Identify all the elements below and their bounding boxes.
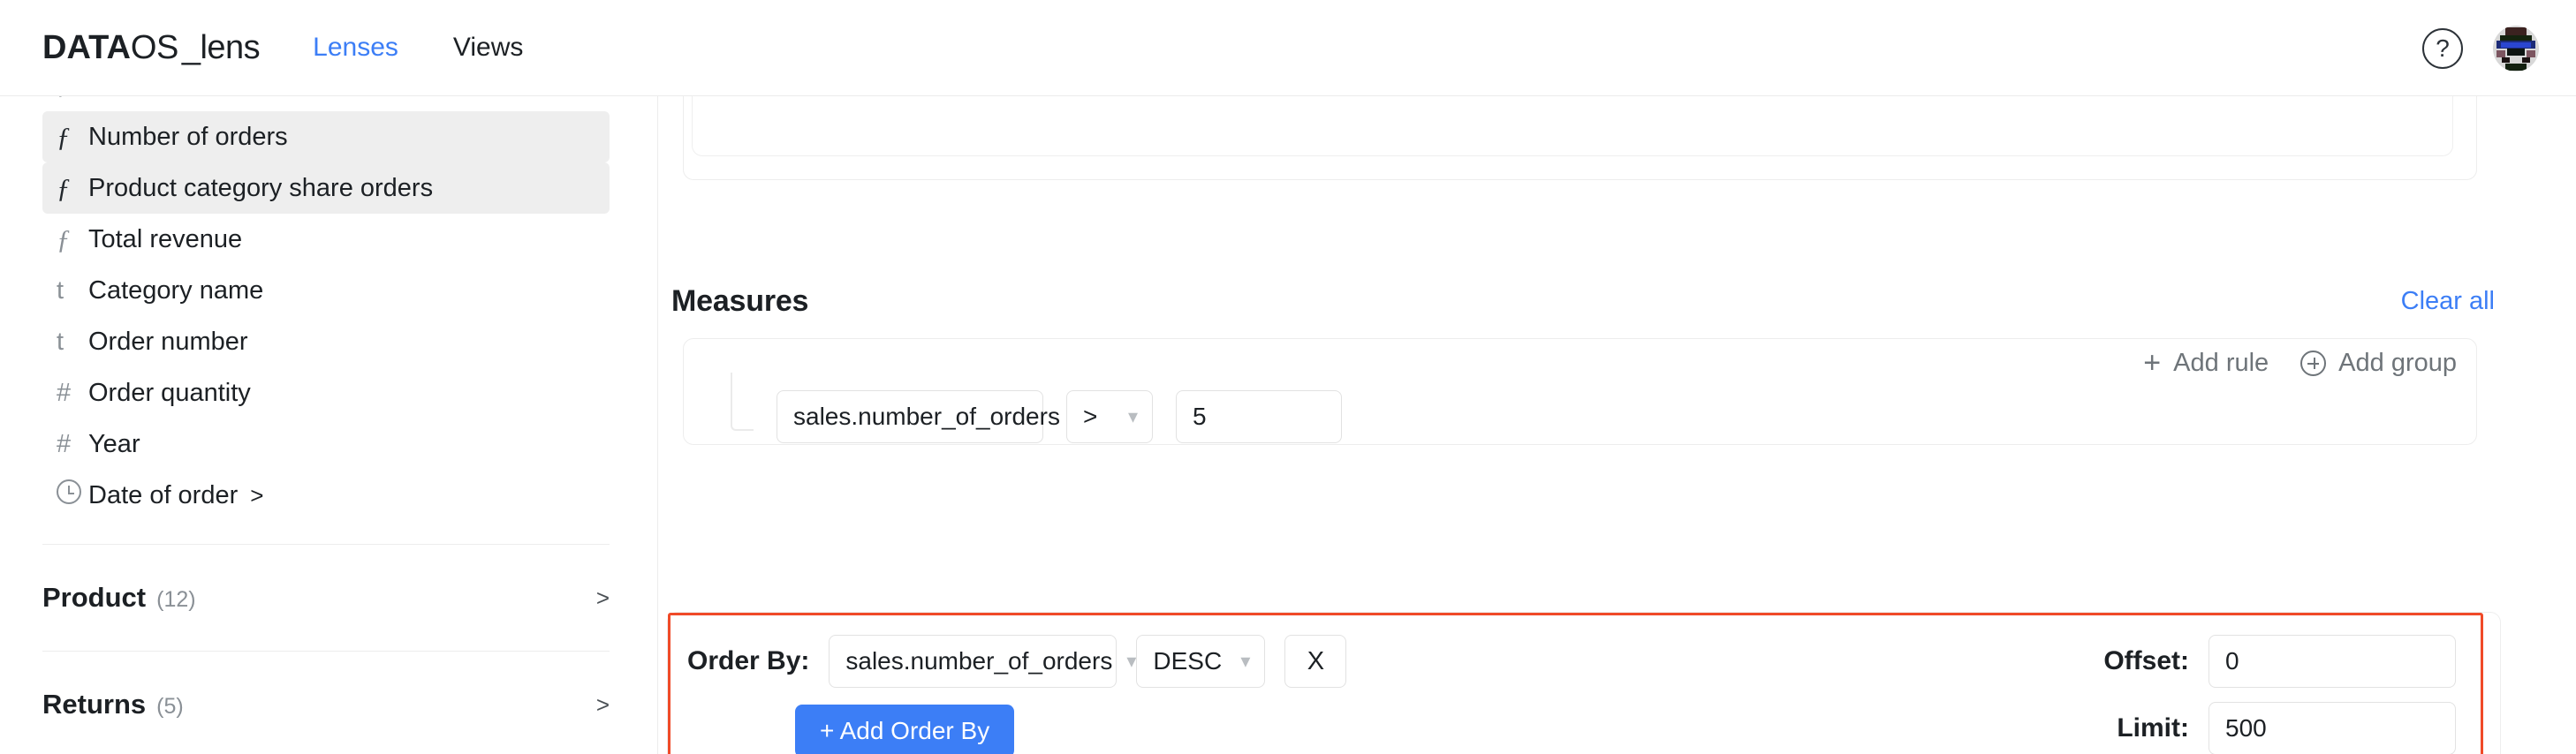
sidebar-item-label: Date of order	[88, 480, 239, 509]
add-group-button[interactable]: Add group	[2300, 349, 2457, 378]
offset-input[interactable]: 0	[2209, 635, 2456, 688]
rule-operator-select[interactable]: > ▾	[1066, 390, 1153, 443]
sidebar-group-title: Product	[42, 582, 147, 613]
clipped-panel-inner	[692, 96, 2453, 156]
sidebar-item-total-revenue[interactable]: ƒ Total revenue	[42, 214, 610, 265]
chevron-down-icon: ▾	[1240, 650, 1251, 672]
measures-rule-row: sales.number_of_orders ▾ > ▾ 5	[731, 373, 1342, 443]
rule-actions: + Add rule Add group	[2143, 348, 2457, 378]
clear-all-link[interactable]: Clear all	[2401, 287, 2495, 316]
order-by-label: Order By:	[687, 646, 810, 675]
sidebar-item-label: Total revenue	[88, 224, 243, 253]
chevron-right-icon[interactable]: >	[250, 482, 263, 509]
offset-value: 0	[2225, 647, 2239, 675]
nav-item-views[interactable]: Views	[453, 33, 523, 63]
tree-connector	[731, 373, 754, 431]
order-by-field-select[interactable]: sales.number_of_orders ▾	[829, 635, 1136, 688]
measures-rule-card: + Add rule Add group sales.number_of_ord…	[683, 338, 2477, 445]
avatar[interactable]	[2493, 25, 2539, 72]
sidebar-item-label: Year	[88, 429, 140, 458]
sidebar-group-returns[interactable]: Returns (5) >	[42, 652, 610, 754]
function-icon: ƒ	[57, 121, 71, 152]
sidebar-item-label: Order number	[88, 327, 248, 356]
sidebar-group-count: (5)	[156, 694, 184, 719]
order-by-highlight-box: Order By: sales.number_of_orders ▾ DESC …	[668, 613, 2483, 754]
order-by-panel: Order By: sales.number_of_orders ▾ DESC …	[667, 612, 2501, 754]
number-type-icon: #	[57, 378, 72, 407]
main-content: Measures Clear all + Add rule Add group …	[659, 96, 2576, 754]
app-header: DATA OS _lens Lenses Views ?	[0, 0, 2576, 96]
logo-text-os: OS	[130, 28, 178, 66]
app-logo[interactable]: DATA OS _lens	[42, 28, 261, 67]
nav-item-lenses[interactable]: Lenses	[313, 33, 398, 63]
limit-input[interactable]: 500	[2209, 702, 2456, 754]
add-rule-button[interactable]: + Add rule	[2143, 348, 2269, 378]
logo-text-lens: _lens	[181, 28, 261, 66]
chevron-down-icon: ▾	[1126, 650, 1137, 672]
chevron-right-icon[interactable]: >	[596, 691, 610, 719]
function-icon: ƒ	[57, 96, 70, 100]
sidebar-group-title: Returns	[42, 689, 147, 720]
order-by-controls: Order By: sales.number_of_orders ▾ DESC …	[687, 635, 1347, 754]
order-by-direction-value: DESC	[1153, 647, 1223, 675]
add-order-by-button[interactable]: + Add Order By	[795, 705, 1015, 754]
chevron-down-icon: ▾	[1127, 405, 1138, 427]
order-by-field-value: sales.number_of_orders	[845, 647, 1113, 675]
rule-operator-value: >	[1083, 403, 1098, 430]
help-icon[interactable]: ?	[2422, 27, 2463, 69]
rule-field-select[interactable]: sales.number_of_orders ▾	[777, 390, 1084, 443]
sidebar-item-order-number[interactable]: t Order number	[42, 316, 610, 367]
sidebar-item-label: Category name	[88, 275, 264, 305]
measures-section-header: Measures Clear all	[671, 284, 2495, 319]
function-icon: ƒ	[57, 172, 71, 203]
add-rule-label: Add rule	[2173, 348, 2269, 377]
sidebar-item-order-quantity[interactable]: # Order quantity	[42, 367, 610, 418]
sidebar-group-count: (12)	[156, 587, 196, 612]
text-type-icon: t	[57, 327, 64, 356]
sidebar-item-label: Order quantity	[88, 378, 251, 407]
main-nav: Lenses Views	[313, 33, 523, 63]
sidebar-item-category-name[interactable]: t Category name	[42, 265, 610, 316]
sidebar-item-label: Number of orders	[88, 122, 288, 151]
rule-value-text: 5	[1193, 403, 1207, 430]
sidebar-item-date-of-order[interactable]: Date of order >	[42, 470, 610, 521]
sidebar-group-product[interactable]: Product (12) >	[42, 545, 610, 651]
order-by-direction-select[interactable]: DESC ▾	[1136, 635, 1266, 688]
limit-label: Limit:	[2117, 713, 2189, 743]
chevron-right-icon[interactable]: >	[596, 584, 610, 612]
sidebar-item-number-of-orders[interactable]: ƒ Number of orders	[42, 111, 610, 162]
clock-icon	[57, 479, 88, 511]
plus-circle-icon	[2300, 350, 2327, 376]
header-actions: ?	[2422, 0, 2539, 96]
plus-icon: +	[2143, 346, 2162, 380]
number-type-icon: #	[57, 429, 72, 458]
section-title-measures: Measures	[671, 284, 809, 318]
sidebar-clipped-item: ƒ	[42, 96, 610, 111]
sidebar[interactable]: ƒ ƒ Number of orders ƒ Product category …	[0, 96, 658, 754]
remove-order-by-button[interactable]: X	[1284, 635, 1347, 688]
text-type-icon: t	[57, 275, 64, 305]
sidebar-item-label: Product category share orders	[88, 173, 434, 202]
add-group-label: Add group	[2338, 348, 2457, 377]
rule-field-value: sales.number_of_orders	[793, 403, 1060, 430]
sidebar-item-product-category-share-orders[interactable]: ƒ Product category share orders	[42, 162, 610, 214]
sidebar-item-year[interactable]: # Year	[42, 418, 610, 470]
logo-text-data: DATA	[42, 28, 131, 66]
offset-label: Offset:	[2103, 646, 2189, 675]
limit-value: 500	[2225, 714, 2267, 742]
rule-value-input[interactable]: 5	[1176, 390, 1342, 443]
pagination-controls: Offset: 0 Limit: 500	[2087, 635, 2456, 754]
function-icon: ƒ	[57, 223, 71, 254]
